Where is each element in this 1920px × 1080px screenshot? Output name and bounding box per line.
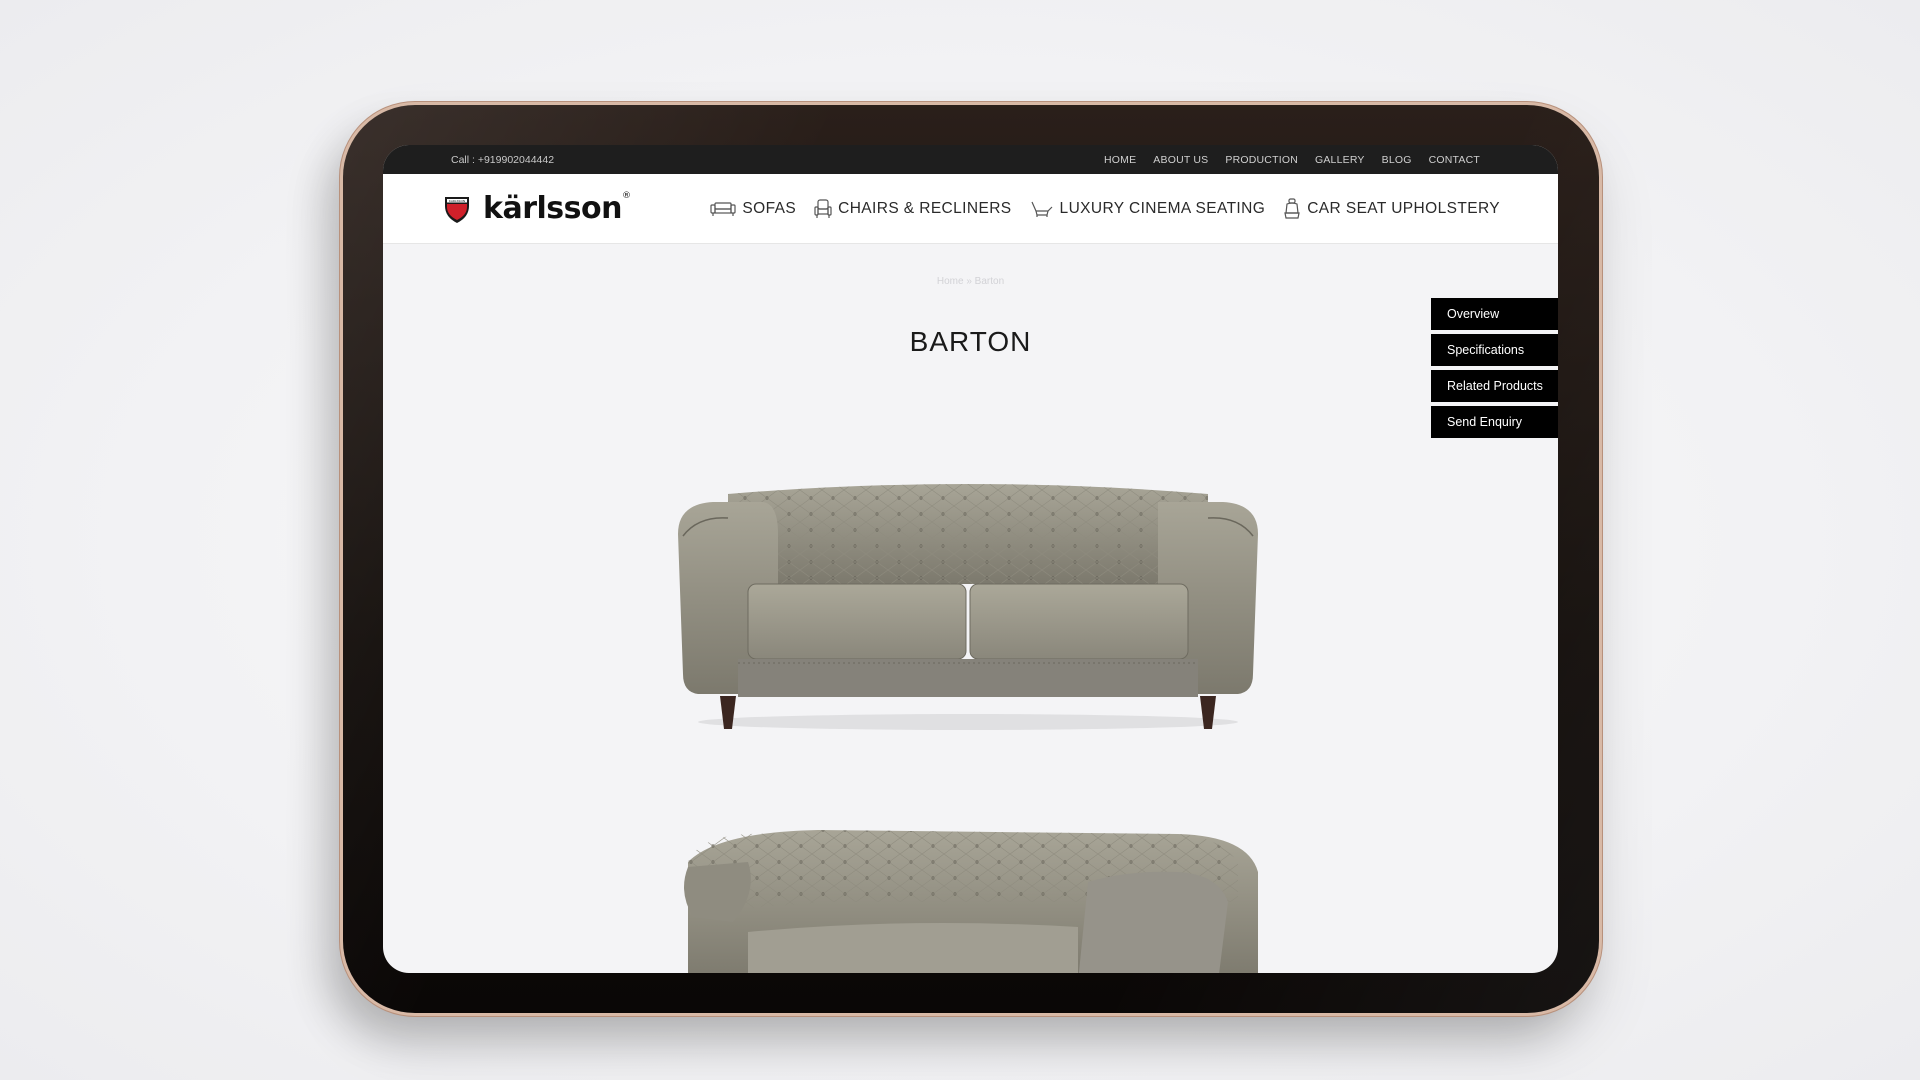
top-nav: HOME ABOUT US PRODUCTION GALLERY BLOG CO… [1104,154,1480,166]
tablet-screen: Call : +919902044442 HOME ABOUT US PRODU… [383,145,1558,973]
nav-chairs-recliners[interactable]: CHAIRS & RECLINERS [814,198,1012,219]
phone-number[interactable]: Call : +919902044442 [451,154,554,166]
top-bar: Call : +919902044442 HOME ABOUT US PRODU… [383,145,1558,174]
nav-sofas-label: SOFAS [742,199,797,217]
nav-sofas[interactable]: SOFAS [710,200,796,218]
breadcrumb-home[interactable]: Home [937,276,964,287]
sofa-icon [710,201,737,217]
main-nav: SOFAS CHAIRS & RECLINERS LUXURY CINEMA S… [710,197,1500,220]
tab-related-products[interactable]: Related Products [1431,370,1558,402]
breadcrumb-current: Barton [974,276,1005,287]
tab-overview[interactable]: Overview [1431,298,1558,330]
nav-cinema-label: LUXURY CINEMA SEATING [1059,199,1266,217]
registered-mark: ® [621,191,631,201]
nav-chairs-label: CHAIRS & RECLINERS [838,199,1012,217]
product-image-front [668,474,1268,739]
tablet-device: Call : +919902044442 HOME ABOUT US PRODU… [343,105,1599,1013]
product-page: Home » Barton BARTON Overview Specificat… [383,244,1558,973]
nav-car-seat-label: CAR SEAT UPHOLSTERY [1307,199,1500,217]
top-nav-contact[interactable]: CONTACT [1429,154,1480,166]
brand-name: kärlsson [483,191,622,226]
top-nav-about-us[interactable]: ABOUT US [1153,154,1208,166]
recliner-icon [1030,200,1054,218]
tab-send-enquiry[interactable]: Send Enquiry [1431,406,1558,438]
nav-car-seat-upholstery[interactable]: CAR SEAT UPHOLSTERY [1283,197,1500,220]
breadcrumb-separator: » [966,276,972,287]
top-nav-production[interactable]: PRODUCTION [1225,154,1298,166]
product-image-angle [658,822,1278,973]
car-seat-icon [1283,197,1301,220]
chair-icon [814,198,832,219]
top-nav-blog[interactable]: BLOG [1382,154,1412,166]
logo-badge-text: KARLSSON [449,199,465,203]
side-tabs: Overview Specifications Related Products… [1431,298,1558,438]
top-nav-gallery[interactable]: GALLERY [1315,154,1365,166]
brand-logo[interactable]: KARLSSON kärlsson® [443,191,631,226]
product-title: BARTON [909,326,1032,357]
site-header: KARLSSON kärlsson® SOFAS CHAIRS & RECLIN… [383,174,1558,244]
top-nav-home[interactable]: HOME [1104,154,1136,166]
nav-luxury-cinema-seating[interactable]: LUXURY CINEMA SEATING [1030,200,1266,218]
tab-specifications[interactable]: Specifications [1431,334,1558,366]
breadcrumb: Home » Barton [383,276,1558,287]
shield-logo-icon: KARLSSON [443,194,471,224]
